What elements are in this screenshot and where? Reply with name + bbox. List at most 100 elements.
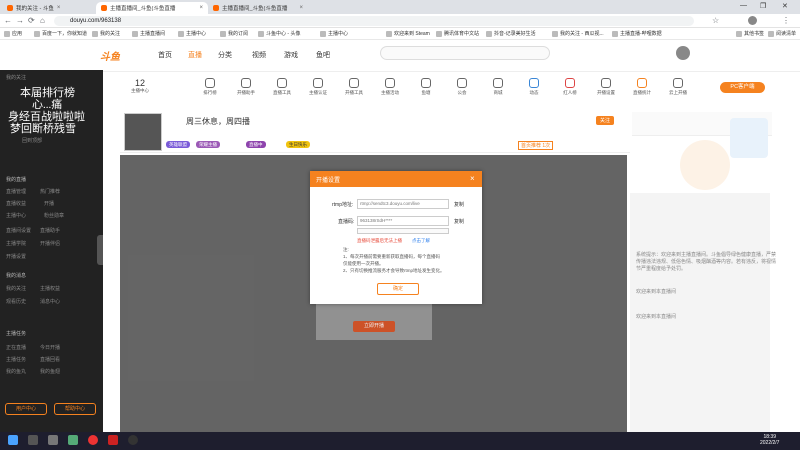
app-icon[interactable] xyxy=(108,435,118,445)
chrome-icon[interactable] xyxy=(88,435,98,445)
sidebar-item[interactable]: 开播 xyxy=(44,200,54,207)
icon-item[interactable]: 开播工具 xyxy=(336,78,372,96)
icon-item[interactable]: 红人榜 xyxy=(552,78,588,96)
bookmark-item[interactable]: 主播中心 xyxy=(320,30,348,37)
streamer-avatar[interactable] xyxy=(124,113,162,151)
reset-link[interactable]: 点击了解 xyxy=(412,238,430,244)
sidebar-collapse-handle[interactable] xyxy=(97,235,103,265)
icon-item[interactable]: 公会 xyxy=(444,78,480,96)
close-icon[interactable]: × xyxy=(199,5,203,11)
taskbar-clock[interactable]: 18:39 2022/2/7 xyxy=(760,434,779,446)
profile-avatar[interactable] xyxy=(748,16,757,25)
windows-start-icon[interactable] xyxy=(8,435,18,445)
icon-item[interactable]: 主播认证 xyxy=(300,78,336,96)
site-logo[interactable]: 斗鱼 xyxy=(100,48,120,63)
pc-client-button[interactable]: PC客户端 xyxy=(720,82,765,93)
sidebar-item[interactable]: 直播收益 xyxy=(6,200,26,207)
bookmark-item[interactable]: 我的关注 xyxy=(92,30,120,37)
sidebar-item[interactable]: 主播任务 xyxy=(6,356,26,363)
browser-tab[interactable]: 主播直播间_斗鱼(斗鱼直播 × xyxy=(208,2,308,14)
icon-item[interactable]: 排行榜 xyxy=(192,78,228,96)
avatar[interactable] xyxy=(676,46,690,60)
key-scrollbar[interactable] xyxy=(357,228,449,234)
sidebar-item[interactable]: 消息中心 xyxy=(40,298,60,305)
sidebar-item[interactable]: 观看历史 xyxy=(6,298,26,305)
maximize-icon[interactable]: ❐ xyxy=(760,2,766,10)
sidebar-item[interactable]: 开播设置 xyxy=(6,253,26,260)
sidebar-item[interactable]: 直播助手 xyxy=(40,227,60,234)
nav-category[interactable]: 分类 xyxy=(218,50,232,60)
home-icon[interactable]: ⌂ xyxy=(40,16,45,25)
browser-tab[interactable]: 我的关注 - 斗鱼 × xyxy=(2,2,62,14)
sidebar-item[interactable]: 粉丝勋章 xyxy=(44,212,64,219)
stream-key-field[interactable]: 963138rSdH**** xyxy=(357,216,449,226)
star-icon[interactable]: ☆ xyxy=(712,16,719,25)
task-view-icon[interactable] xyxy=(48,435,58,445)
bookmark-item[interactable]: 其他书签 xyxy=(736,30,764,37)
icon-item[interactable]: 鱼塘 xyxy=(408,78,444,96)
confirm-button[interactable]: 确定 xyxy=(377,283,419,295)
room-tag[interactable]: 英雄联盟 xyxy=(166,141,190,148)
sidebar-item[interactable]: 我的鱼翅 xyxy=(40,368,60,375)
bookmark-item[interactable]: 斗鱼中心 - 头像 xyxy=(258,30,300,37)
bookmark-item[interactable]: 主播中心 xyxy=(178,30,206,37)
nav-game[interactable]: 游戏 xyxy=(284,50,298,60)
search-input[interactable] xyxy=(380,46,550,60)
icon-item[interactable]: 云上开播 xyxy=(660,78,696,96)
icon-item[interactable]: 动态 xyxy=(516,78,552,96)
sidebar-item[interactable]: 热门推荐 xyxy=(40,188,60,195)
help-center-button[interactable]: 帮助中心 xyxy=(54,403,96,415)
bookmark-item[interactable]: 抖音-记录美好生活 xyxy=(486,30,536,37)
back-icon[interactable]: ← xyxy=(4,16,12,25)
nav-video[interactable]: 视频 xyxy=(252,50,266,60)
sidebar-item[interactable]: 直播回看 xyxy=(40,356,60,363)
sidebar-sub[interactable]: 回到顶部 xyxy=(22,137,42,144)
search-icon[interactable] xyxy=(28,435,38,445)
minimize-icon[interactable]: — xyxy=(740,2,747,9)
reload-icon[interactable]: ⟳ xyxy=(28,16,35,25)
bookmark-item[interactable]: 腾讯体育中文站 xyxy=(436,30,479,37)
bookmark-item[interactable]: 主播直播-哔哩数据 xyxy=(612,30,662,37)
sidebar-item[interactable]: 主播中心 xyxy=(6,212,26,219)
rtmp-address-field[interactable]: rtmp://sendtc3.douyu.com/live xyxy=(357,199,449,209)
nav-yuba[interactable]: 鱼吧 xyxy=(316,50,330,60)
close-window-icon[interactable]: ✕ xyxy=(782,2,788,10)
icon-item[interactable]: 商城 xyxy=(480,78,516,96)
bookmark-item[interactable]: 主播直播间 xyxy=(132,30,165,37)
sidebar-item[interactable]: 我的关注 xyxy=(6,285,26,292)
nav-home[interactable]: 首页 xyxy=(158,50,172,60)
sidebar-item[interactable]: 今日开播 xyxy=(40,344,60,351)
room-tag[interactable]: 生日快乐 xyxy=(286,141,310,148)
icon-item[interactable]: 直播统计 xyxy=(624,78,660,96)
copy-key-button[interactable]: 复制 xyxy=(454,218,464,225)
close-icon[interactable]: × xyxy=(299,5,303,11)
obs-icon[interactable] xyxy=(128,435,138,445)
file-explorer-icon[interactable] xyxy=(68,435,78,445)
room-tag[interactable]: 荣耀主播 xyxy=(196,141,220,148)
room-tag[interactable]: 直播中 xyxy=(246,141,266,148)
icon-item[interactable]: 主播活动 xyxy=(372,78,408,96)
rank-badge[interactable]: 首页推荐 1次 xyxy=(518,141,554,150)
bookmark-item[interactable]: 欢迎来到 Steam xyxy=(386,30,430,37)
bookmark-item[interactable]: 我的关注 - 西瓜视... xyxy=(552,30,604,37)
icon-item[interactable]: 12 主播中心 xyxy=(122,78,158,94)
sidebar-item[interactable]: 直播管理 xyxy=(6,188,26,195)
sidebar-item[interactable]: 主播学院 xyxy=(6,240,26,247)
icon-item[interactable]: 开播设置 xyxy=(588,78,624,96)
forward-icon[interactable]: → xyxy=(16,16,24,25)
sidebar-item[interactable]: 开播伴侣 xyxy=(40,240,60,247)
copy-rtmp-button[interactable]: 复制 xyxy=(454,201,464,208)
bookmark-item[interactable]: 我的订阅 xyxy=(220,30,248,37)
bookmark-item[interactable]: 应用 xyxy=(4,30,22,37)
new-tab-button[interactable] xyxy=(209,2,219,14)
menu-icon[interactable]: ⋮ xyxy=(782,16,790,25)
icon-item[interactable]: 开播助手 xyxy=(228,78,264,96)
bookmark-item[interactable]: 阅读清单 xyxy=(768,30,796,37)
url-field[interactable]: douyu.com/963138 xyxy=(54,16,694,26)
user-center-button[interactable]: 用户中心 xyxy=(5,403,47,415)
browser-tab-active[interactable]: 主播直播间_斗鱼(斗鱼直播 × xyxy=(96,2,208,14)
follow-button[interactable]: 关注 xyxy=(596,116,615,125)
close-icon[interactable]: × xyxy=(57,5,61,11)
icon-item[interactable]: 直播工具 xyxy=(264,78,300,96)
nav-live[interactable]: 直播 xyxy=(188,50,202,60)
